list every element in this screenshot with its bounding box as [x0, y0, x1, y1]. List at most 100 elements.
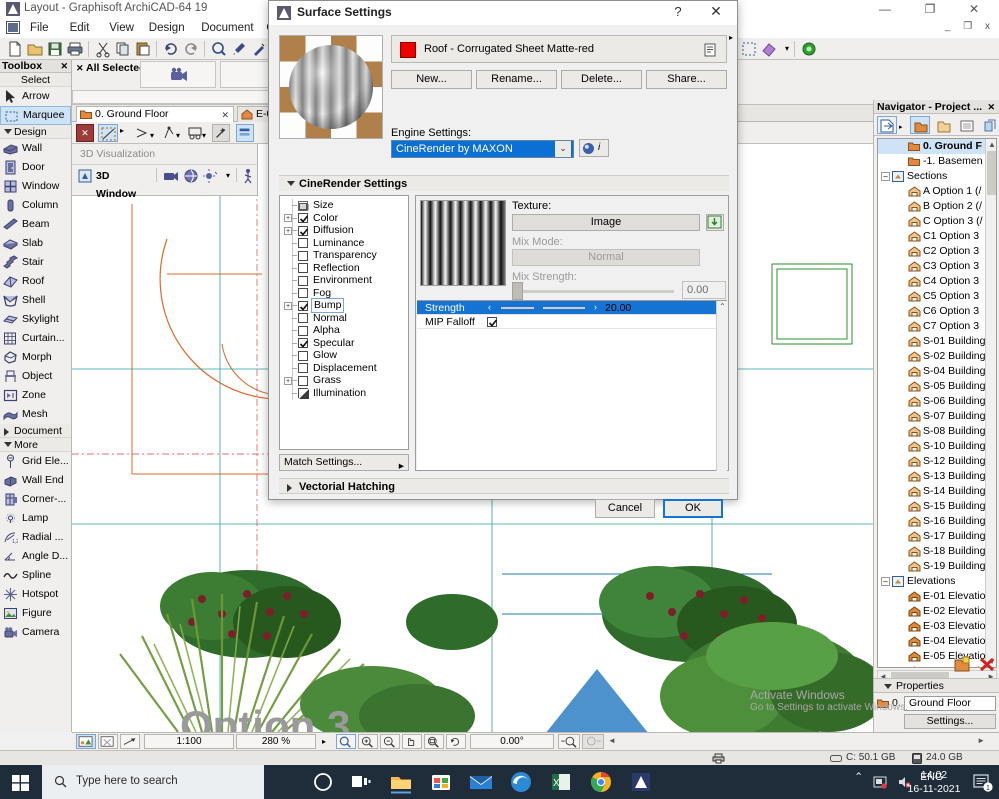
channel-row-reflection[interactable]: Reflection	[280, 261, 408, 275]
channel-checkbox[interactable]	[298, 313, 308, 323]
toolbox-item-object[interactable]: Object	[0, 367, 71, 386]
zoom-tool-icon[interactable]	[336, 734, 356, 749]
navigator-popup-icon[interactable]	[877, 116, 897, 134]
navigator-tree-item[interactable]: C4 Option 3	[878, 274, 987, 289]
camera-icon[interactable]	[162, 167, 180, 185]
toolbox-item-corner[interactable]: Corner-...	[0, 490, 71, 509]
chevron-right-icon[interactable]: ▸	[322, 737, 326, 746]
channel-checkbox[interactable]	[298, 213, 309, 223]
share-button[interactable]: Share...	[646, 70, 727, 89]
navigator-tree-item[interactable]: -1. Basemen	[878, 154, 987, 169]
menu-item-view[interactable]: View	[103, 20, 140, 36]
print-icon[interactable]	[66, 40, 84, 58]
navigator-tree-item[interactable]: S-15 Building	[878, 499, 987, 514]
parameter-grid[interactable]: Strength ‹ › 20.00 MIP Falloff ⌃	[417, 300, 727, 471]
navigator-tree-item[interactable]: S-19 Building	[878, 559, 987, 574]
expand-toggle-icon[interactable]: +	[284, 301, 292, 310]
eyedropper-icon[interactable]	[230, 40, 248, 58]
edge-icon[interactable]	[508, 769, 534, 795]
navigator-tree-item[interactable]: C3 Option 3	[878, 259, 987, 274]
undo-icon[interactable]	[162, 40, 180, 58]
toolbox-item-beam[interactable]: Beam	[0, 215, 71, 234]
green-sphere-icon[interactable]	[800, 40, 818, 58]
slider-decrement-icon[interactable]: ‹	[483, 302, 496, 314]
channel-row-bump[interactable]: + Bump	[280, 298, 408, 313]
channel-row-size[interactable]: Size	[280, 199, 408, 212]
cut-icon[interactable]	[94, 40, 112, 58]
channel-row-glow[interactable]: Glow	[280, 349, 408, 362]
navigator-tree-item[interactable]: S-05 Building	[878, 379, 987, 394]
dialog-close-button[interactable]: ✕	[707, 3, 725, 20]
scroll-up-icon[interactable]: ▲	[988, 140, 996, 149]
zoom-out-icon[interactable]	[380, 734, 400, 749]
tab-ground-floor[interactable]: 0. Ground Floor ✕	[76, 106, 234, 122]
ok-button[interactable]: OK	[663, 499, 723, 518]
cinerender-settings-header[interactable]: CineRender Settings	[279, 175, 729, 191]
channel-row-illumination[interactable]: Illumination	[280, 386, 408, 400]
chevron-right-icon[interactable]: ►	[977, 736, 985, 745]
engine-info-button[interactable]: i	[579, 139, 609, 157]
mip-falloff-checkbox[interactable]	[487, 317, 498, 327]
file-explorer-icon[interactable]	[388, 769, 414, 795]
walk-icon[interactable]	[240, 167, 256, 185]
3d-preview-toggle-icon[interactable]	[76, 734, 96, 749]
toolbox-item-spline[interactable]: Spline	[0, 566, 71, 585]
microsoft-store-icon[interactable]	[428, 769, 454, 795]
window-close-button[interactable]: ✕	[952, 0, 996, 18]
expand-toggle-icon[interactable]: +	[284, 214, 292, 222]
match-settings-button[interactable]: Match Settings... ▸	[279, 454, 409, 472]
toolbox-item-marquee[interactable]: Marquee	[0, 106, 71, 125]
toolbox-item-skylight[interactable]: Skylight	[0, 310, 71, 329]
new-story-icon[interactable]	[953, 656, 971, 673]
channel-row-alpha[interactable]: Alpha	[280, 324, 408, 337]
globe-icon[interactable]	[182, 167, 200, 185]
toolbox-item-radial[interactable]: 1,2 Radial ...	[0, 528, 71, 547]
chevron-right-icon[interactable]: ▸	[899, 123, 903, 131]
navigator-tree-item[interactable]: – Sections	[878, 169, 987, 184]
find-select-icon[interactable]	[210, 40, 228, 58]
info-box-close-icon[interactable]: ✕	[76, 63, 84, 74]
task-view-icon[interactable]	[348, 769, 374, 795]
taskbar-search-box[interactable]: Type here to search	[42, 765, 264, 799]
toolbox-item-roof[interactable]: Roof	[0, 272, 71, 291]
navigator-tree-item[interactable]: C6 Option 3	[878, 304, 987, 319]
navigator-tree-item[interactable]: B Option 2 (/	[878, 199, 987, 214]
new-button[interactable]: New...	[391, 70, 472, 89]
navigator-tree-item[interactable]: S-08 Building	[878, 424, 987, 439]
texture-button[interactable]: Image	[512, 214, 700, 231]
paste-icon[interactable]	[134, 40, 152, 58]
channel-checkbox[interactable]	[298, 363, 308, 373]
collapse-toggle-icon[interactable]: –	[881, 172, 890, 181]
window-minimize-button[interactable]: —	[863, 0, 907, 18]
rotate-view-icon[interactable]	[446, 734, 466, 749]
surface-paint-icon[interactable]	[760, 40, 778, 58]
navigator-tree-item[interactable]: C2 Option 3	[878, 244, 987, 259]
collapse-toggle-icon[interactable]: –	[881, 577, 890, 586]
channel-checkbox[interactable]	[298, 300, 309, 311]
navigator-tree-item[interactable]: S-06 Building	[878, 394, 987, 409]
navigator-close-icon[interactable]: ✕	[987, 100, 995, 114]
navigator-tree-item[interactable]: S-12 Building	[878, 454, 987, 469]
chrome-icon[interactable]	[588, 769, 614, 795]
save-icon[interactable]	[46, 40, 64, 58]
project-map-icon[interactable]	[910, 116, 930, 134]
navigator-project-tree[interactable]: 0. Ground F -1. Basemen – Sections A Option …	[877, 138, 997, 668]
menu-item-edit[interactable]: Edit	[64, 20, 96, 36]
navigator-tree-item[interactable]: S-14 Building	[878, 484, 987, 499]
navigator-tree-item[interactable]: S-07 Building	[878, 409, 987, 424]
zoom-next-icon[interactable]	[582, 734, 604, 749]
load-texture-icon[interactable]	[706, 214, 724, 231]
channel-checkbox[interactable]	[298, 250, 308, 261]
channel-checkbox[interactable]	[298, 238, 308, 248]
navigator-tree-item[interactable]: E-01 Elevatio	[878, 589, 987, 604]
info-box-tool-cell[interactable]	[140, 61, 216, 88]
toolbox-item-angle-d[interactable]: Angle D...	[0, 547, 71, 566]
channel-row-transparency[interactable]: Transparency	[280, 249, 408, 262]
engine-select[interactable]: CineRender by MAXON ⌄	[391, 140, 574, 158]
toolbox-item-grid-ele[interactable]: Grid Ele...	[0, 452, 71, 471]
marquee-tool-icon[interactable]	[740, 40, 758, 58]
zoom-percent-field[interactable]: 280 %	[236, 734, 316, 749]
new-file-icon[interactable]	[6, 40, 24, 58]
copy-icon[interactable]	[114, 40, 132, 58]
navigator-tree-item[interactable]: A Option 1 (/	[878, 184, 987, 199]
